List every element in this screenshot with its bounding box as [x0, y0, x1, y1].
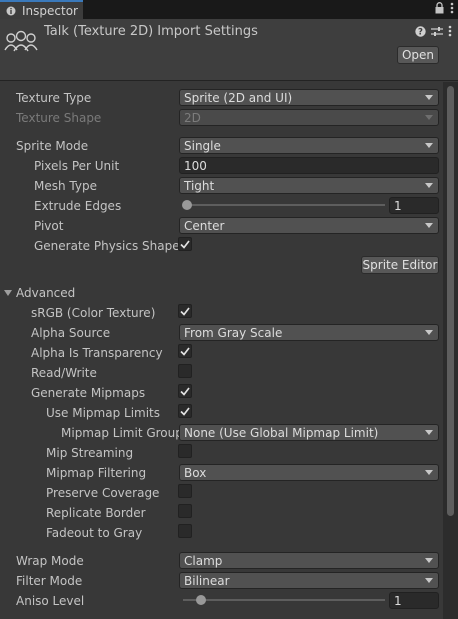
vertical-scrollbar[interactable]	[443, 82, 458, 619]
pixels-per-unit-label: Pixels Per Unit	[34, 159, 120, 173]
texture-shape-value: 2D	[184, 110, 201, 125]
filter-mode-dropdown[interactable]: Bilinear	[179, 572, 439, 589]
read-write-checkbox[interactable]	[178, 364, 192, 378]
srgb-label: sRGB (Color Texture)	[31, 306, 156, 320]
pivot-dropdown[interactable]: Center	[179, 217, 439, 234]
alpha-source-label: Alpha Source	[31, 326, 111, 340]
use-mipmap-limits-label: Use Mipmap Limits	[46, 406, 161, 420]
mip-streaming-label: Mip Streaming	[46, 446, 134, 460]
lock-icon[interactable]	[435, 2, 444, 17]
pivot-label: Pivot	[34, 219, 64, 233]
texture-type-label: Texture Type	[16, 91, 92, 105]
mipmap-limit-group-label: Mipmap Limit Group	[61, 426, 183, 440]
use-mipmap-limits-checkbox[interactable]	[178, 404, 192, 418]
presets-icon[interactable]	[431, 26, 443, 40]
mesh-type-dropdown[interactable]: Tight	[179, 177, 439, 194]
aniso-level-slider-thumb[interactable]	[196, 595, 207, 605]
extrude-edges-slider[interactable]	[183, 204, 385, 206]
checkmark-icon	[180, 239, 190, 249]
wrap-mode-value: Clamp	[184, 553, 223, 568]
texture-shape-label: Texture Shape	[16, 111, 102, 125]
sprite-mode-dropdown[interactable]: Single	[179, 137, 439, 154]
filter-mode-value: Bilinear	[184, 573, 230, 588]
info-icon	[6, 6, 16, 16]
replicate-border-checkbox[interactable]	[178, 504, 192, 518]
aniso-level-slider[interactable]	[183, 599, 385, 601]
mesh-type-value: Tight	[184, 178, 215, 193]
pivot-value: Center	[184, 218, 225, 233]
mipmap-limit-group-value: None (Use Global Mipmap Limit)	[184, 425, 379, 440]
fadeout-to-gray-label: Fadeout to Gray	[46, 526, 143, 540]
generate-mipmaps-checkbox[interactable]	[178, 384, 192, 398]
sprite-mode-label: Sprite Mode	[16, 139, 89, 153]
generate-physics-shape-label: Generate Physics Shape	[34, 239, 180, 253]
chevron-down-icon	[425, 470, 433, 475]
preserve-coverage-checkbox[interactable]	[178, 484, 192, 498]
alpha-is-transparency-checkbox[interactable]	[178, 344, 192, 358]
tab-label: Inspector	[22, 3, 78, 18]
chevron-down-icon	[425, 330, 433, 335]
mipmap-filtering-label: Mipmap Filtering	[46, 466, 147, 480]
texture-type-dropdown[interactable]: Sprite (2D and UI)	[179, 89, 439, 106]
extrude-edges-field[interactable]: 1	[389, 197, 439, 214]
checkmark-icon	[180, 346, 190, 356]
wrap-mode-dropdown[interactable]: Clamp	[179, 552, 439, 569]
checkmark-icon	[180, 386, 190, 396]
aniso-level-field[interactable]: 1	[389, 592, 439, 609]
scrollbar-thumb[interactable]	[447, 86, 454, 516]
open-button[interactable]: Open	[397, 46, 439, 64]
chevron-down-icon	[425, 223, 433, 228]
more-options-icon[interactable]	[450, 2, 454, 17]
mesh-type-label: Mesh Type	[34, 179, 97, 193]
mipmap-limit-group-dropdown[interactable]: None (Use Global Mipmap Limit)	[179, 424, 439, 441]
mip-streaming-checkbox[interactable]	[178, 444, 192, 458]
texture-type-value: Sprite (2D and UI)	[184, 90, 293, 105]
more-options-icon[interactable]	[448, 25, 452, 40]
pixels-per-unit-field[interactable]: 100	[179, 157, 439, 174]
chevron-down-icon	[425, 95, 433, 100]
tab-bar: Inspector	[0, 0, 458, 19]
inspector-header: Talk (Texture 2D) Import Settings ? Open	[0, 19, 458, 81]
mipmap-filtering-value: Box	[184, 465, 207, 480]
read-write-label: Read/Write	[31, 366, 97, 380]
advanced-foldout[interactable]: Advanced	[16, 286, 75, 300]
preserve-coverage-label: Preserve Coverage	[46, 486, 160, 500]
texture-shape-dropdown: 2D	[179, 109, 439, 126]
chevron-down-icon	[425, 558, 433, 563]
srgb-checkbox[interactable]	[178, 304, 192, 318]
replicate-border-label: Replicate Border	[46, 506, 146, 520]
generate-physics-shape-checkbox[interactable]	[178, 237, 192, 251]
chevron-down-icon	[425, 183, 433, 188]
mipmap-filtering-dropdown[interactable]: Box	[179, 464, 439, 481]
help-icon[interactable]: ?	[415, 25, 426, 40]
checkmark-icon	[180, 306, 190, 316]
extrude-edges-label: Extrude Edges	[34, 199, 122, 213]
alpha-source-value: From Gray Scale	[184, 325, 283, 340]
tab-inspector[interactable]: Inspector	[0, 0, 83, 19]
alpha-is-transparency-label: Alpha Is Transparency	[31, 346, 163, 360]
generate-mipmaps-label: Generate Mipmaps	[31, 386, 146, 400]
aniso-level-label: Aniso Level	[16, 594, 85, 608]
filter-mode-label: Filter Mode	[16, 574, 83, 588]
page-title: Talk (Texture 2D) Import Settings	[44, 24, 258, 39]
svg-text:?: ?	[418, 27, 423, 36]
chevron-down-icon	[425, 143, 433, 148]
extrude-edges-slider-thumb[interactable]	[182, 200, 193, 210]
checkmark-icon	[180, 406, 190, 416]
foldout-arrow-icon[interactable]	[4, 290, 12, 296]
sprite-mode-value: Single	[184, 138, 221, 153]
chevron-down-icon	[425, 115, 433, 120]
texture-asset-icon	[4, 28, 38, 55]
sprite-editor-button[interactable]: Sprite Editor	[361, 256, 439, 274]
chevron-down-icon	[425, 430, 433, 435]
fadeout-to-gray-checkbox[interactable]	[178, 524, 192, 538]
chevron-down-icon	[425, 578, 433, 583]
wrap-mode-label: Wrap Mode	[16, 554, 84, 568]
alpha-source-dropdown[interactable]: From Gray Scale	[179, 324, 439, 341]
import-settings-panel: Texture Type Sprite (2D and UI) Texture …	[0, 82, 442, 619]
